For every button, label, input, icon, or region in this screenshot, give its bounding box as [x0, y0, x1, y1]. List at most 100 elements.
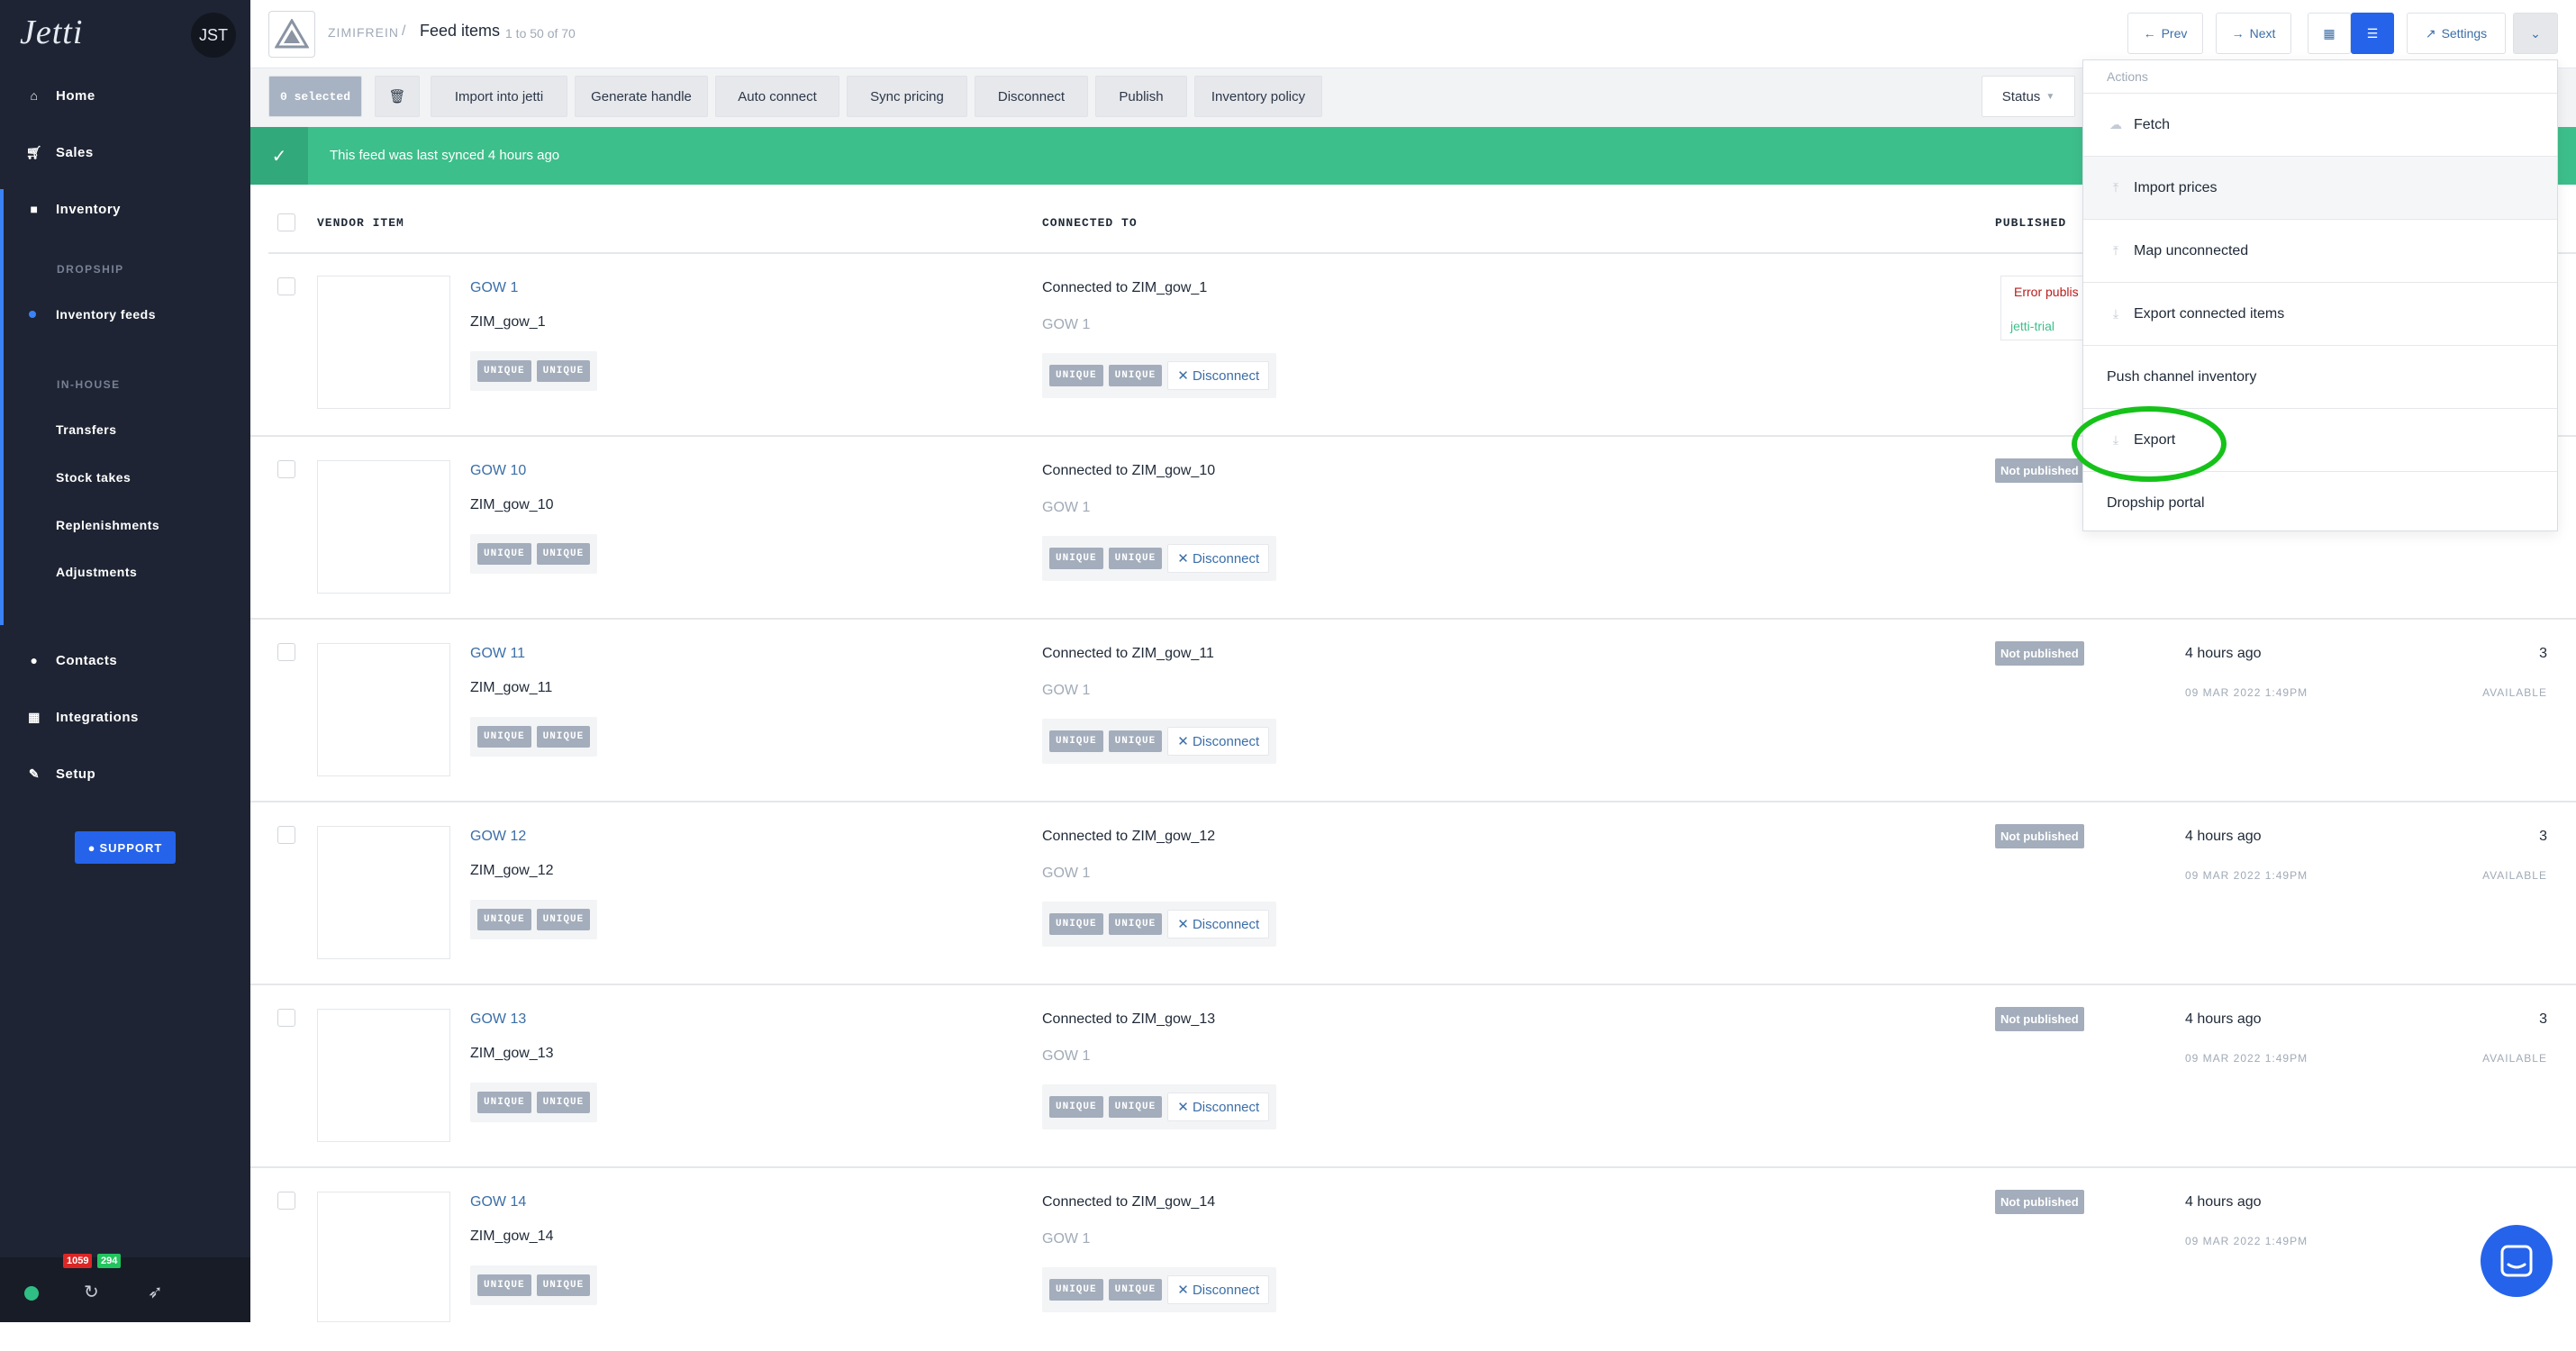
chat-launcher-button[interactable]	[2481, 1225, 2553, 1297]
item-name-link[interactable]: GOW 11	[470, 646, 525, 662]
item-thumbnail	[317, 460, 450, 594]
support-button[interactable]: ● SUPPORT	[75, 831, 176, 864]
disconnect-link[interactable]: ✕ Disconnect	[1167, 1275, 1270, 1304]
help-icon: ●	[87, 840, 96, 855]
status-filter[interactable]: Status ▼	[1982, 76, 2075, 117]
close-icon: ✕	[1177, 734, 1193, 749]
grid-view-button[interactable]: ▦	[2308, 13, 2351, 54]
sidebar: Jetti JST ⌂ Home 🛒︎ Sales ■ Inventory DR…	[0, 0, 250, 1322]
nav-stock-takes[interactable]: Stock takes	[56, 470, 131, 485]
disconnect-link[interactable]: ✕ Disconnect	[1167, 1093, 1270, 1121]
unique-tag: UNIQUE	[1049, 1279, 1103, 1301]
refresh-icon[interactable]: ↻	[84, 1281, 99, 1303]
header-connected-to[interactable]: CONNECTED TO	[1042, 216, 1138, 230]
user-icon: ●	[30, 653, 39, 667]
tag-group: UNIQUE UNIQUE	[470, 1083, 598, 1122]
delete-button[interactable]: 🗑︎	[375, 76, 420, 117]
jetti-logo[interactable]: Jetti	[20, 13, 83, 52]
inventory-policy-button[interactable]: Inventory policy	[1194, 76, 1322, 117]
rocket-icon[interactable]: ➶	[148, 1281, 163, 1303]
disconnect-button[interactable]: Disconnect	[975, 76, 1088, 117]
action-map-unconnected[interactable]: ⤒ Map unconnected	[2083, 219, 2557, 282]
channel-name[interactable]: jetti-trial	[2010, 319, 2054, 333]
home-icon: ⌂	[30, 88, 39, 103]
publish-button[interactable]: Publish	[1095, 76, 1187, 117]
action-export-connected-items[interactable]: ⤓ Export connected items	[2083, 282, 2557, 345]
item-name-link[interactable]: GOW 12	[470, 829, 526, 845]
nav-inventory[interactable]: ■ Inventory	[0, 191, 250, 227]
wrench-icon: ✎	[28, 766, 41, 781]
chevron-down-icon: ⌄	[2530, 25, 2541, 41]
next-label: Next	[2249, 26, 2276, 41]
unique-tag: UNIQUE	[477, 909, 531, 930]
unique-tag: UNIQUE	[477, 1274, 531, 1296]
nav-home-label: Home	[56, 87, 95, 104]
disconnect-link[interactable]: ✕ Disconnect	[1167, 910, 1270, 938]
sync-pricing-button[interactable]: Sync pricing	[847, 76, 967, 117]
row-checkbox[interactable]	[277, 460, 295, 478]
caret-down-icon: ▼	[2045, 91, 2055, 102]
last-synced-time: 4 hours ago	[2185, 1011, 2262, 1027]
nav-adjustments[interactable]: Adjustments	[56, 565, 137, 579]
select-all-checkbox[interactable]	[277, 213, 295, 231]
table-row: GOW 12 ZIM_gow_12 UNIQUE UNIQUE Connecte…	[250, 802, 2576, 985]
nav-home[interactable]: ⌂ Home	[0, 77, 250, 113]
error-count-badge[interactable]: 1059	[63, 1254, 93, 1268]
connection-tag-group: UNIQUE UNIQUE ✕ Disconnect	[1042, 353, 1277, 398]
import-into-jetti-button[interactable]: Import into jetti	[431, 76, 567, 117]
avatar[interactable]: JST	[191, 13, 236, 58]
cart-icon: 🛒︎	[25, 144, 43, 159]
disconnect-link[interactable]: ✕ Disconnect	[1167, 727, 1270, 756]
item-name-link[interactable]: GOW 13	[470, 1011, 526, 1028]
header-published[interactable]: PUBLISHED	[1995, 216, 2066, 230]
error-publishing-status[interactable]: Error publis	[2014, 285, 2079, 299]
nav-contacts[interactable]: ● Contacts	[0, 642, 250, 678]
item-sku: ZIM_gow_13	[470, 1046, 554, 1061]
breadcrumb[interactable]: ZIMIFREIN	[328, 25, 399, 40]
action-push-channel-inventory[interactable]: Push channel inventory	[2083, 345, 2557, 408]
nav-sales[interactable]: 🛒︎ Sales	[0, 134, 250, 170]
row-checkbox[interactable]	[277, 643, 295, 661]
feed-logo	[268, 11, 315, 58]
next-button[interactable]: → Next	[2216, 13, 2291, 54]
item-name-link[interactable]: GOW 1	[470, 280, 518, 296]
nav-integrations[interactable]: ▦ Integrations	[0, 699, 250, 735]
unique-tag: UNIQUE	[536, 1092, 591, 1113]
tag-group: UNIQUE UNIQUE	[470, 900, 598, 939]
action-label: Dropship portal	[2107, 494, 2205, 511]
settings-button[interactable]: ↗ Settings	[2407, 13, 2506, 54]
not-published-badge: Not published	[1995, 1007, 2084, 1031]
unique-tag: UNIQUE	[536, 543, 591, 565]
action-fetch[interactable]: ☁ Fetch	[2083, 93, 2557, 156]
quantity: 3	[2539, 829, 2547, 844]
item-name-link[interactable]: GOW 14	[470, 1194, 526, 1210]
prev-button[interactable]: ← Prev	[2127, 13, 2203, 54]
item-sku: ZIM_gow_10	[470, 497, 554, 512]
disconnect-link[interactable]: ✕ Disconnect	[1167, 544, 1270, 573]
row-checkbox[interactable]	[277, 1192, 295, 1210]
nav-transfers[interactable]: Transfers	[56, 422, 117, 437]
auto-connect-button[interactable]: Auto connect	[715, 76, 839, 117]
nav-setup[interactable]: ✎ Setup	[0, 756, 250, 792]
not-published-badge: Not published	[1995, 824, 2084, 848]
row-checkbox[interactable]	[277, 826, 295, 844]
success-count-badge[interactable]: 294	[97, 1254, 122, 1268]
nav-replenishments[interactable]: Replenishments	[56, 518, 159, 532]
generate-handle-button[interactable]: Generate handle	[575, 76, 708, 117]
header-vendor-item[interactable]: VENDOR ITEM	[317, 216, 404, 230]
action-import-prices[interactable]: ⤒ Import prices	[2083, 156, 2557, 219]
disconnect-label: Disconnect	[1192, 551, 1260, 567]
disconnect-link[interactable]: ✕ Disconnect	[1167, 361, 1270, 390]
row-checkbox[interactable]	[277, 1009, 295, 1027]
disconnect-label: Disconnect	[1192, 368, 1260, 384]
not-published-badge: Not published	[1995, 458, 2084, 483]
item-name-link[interactable]: GOW 10	[470, 463, 526, 479]
item-thumbnail	[317, 276, 450, 409]
nav-inventory-feeds[interactable]: Inventory feeds	[56, 307, 156, 322]
check-icon: ✓	[250, 127, 308, 185]
connection-tag-group: UNIQUE UNIQUE ✕ Disconnect	[1042, 1084, 1277, 1129]
row-checkbox[interactable]	[277, 277, 295, 295]
actions-dropdown-button[interactable]: ⌄	[2513, 13, 2558, 54]
download-icon: ⤓	[2112, 306, 2119, 321]
list-view-button[interactable]: ☰	[2351, 13, 2394, 54]
